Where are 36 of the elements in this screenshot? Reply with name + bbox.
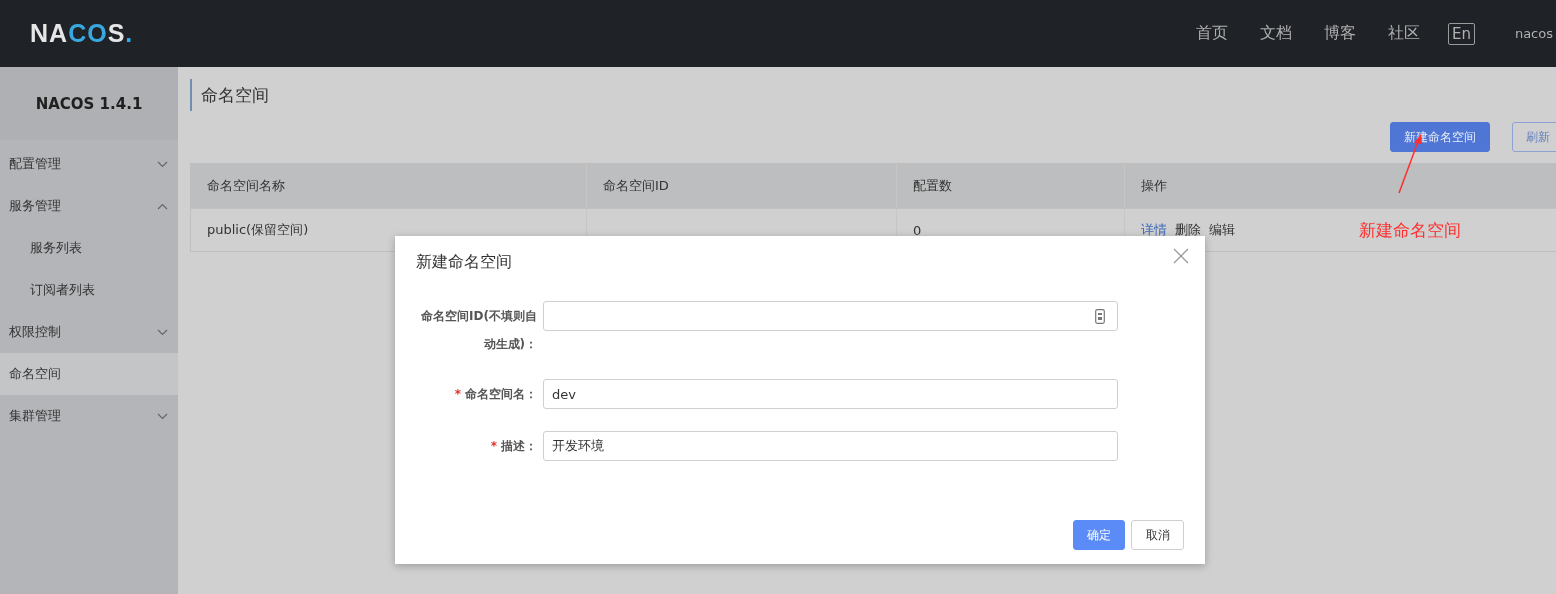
sidebar-item[interactable]: 配置管理 <box>0 143 178 185</box>
logo[interactable]: NACOS. <box>30 19 134 48</box>
input-field[interactable]: 开发环境 <box>543 431 1118 461</box>
chevron-down-icon <box>157 160 168 168</box>
user-name[interactable]: nacos <box>1514 26 1553 41</box>
input-field[interactable] <box>543 301 1118 331</box>
autofill-icon[interactable] <box>1095 308 1105 324</box>
language-button[interactable]: En <box>1447 22 1475 45</box>
page-title: 命名空间 <box>190 79 1556 111</box>
field-label: 描述： <box>501 438 537 455</box>
cancel-button[interactable]: 取消 <box>1131 520 1184 550</box>
chevron-up-icon <box>157 202 168 210</box>
nav-link[interactable]: 首页 <box>1195 23 1228 44</box>
chevron-down-icon <box>157 328 168 336</box>
field-label: 命名空间ID(不填则自动生成)： <box>420 308 537 353</box>
sidebar-item[interactable]: 服务管理 <box>0 185 178 227</box>
sidebar-item[interactable]: 命名空间 <box>0 353 178 395</box>
sidebar-item[interactable]: 权限控制 <box>0 311 178 353</box>
nav-link[interactable]: 文档 <box>1259 23 1292 44</box>
required-mark: * <box>490 438 497 455</box>
action-link[interactable]: 详情 <box>1141 221 1167 239</box>
sidebar-subitem[interactable]: 订阅者列表 <box>0 269 178 311</box>
sidebar-item[interactable]: 集群管理 <box>0 395 178 437</box>
nav-link[interactable]: 社区 <box>1387 23 1420 44</box>
field-label: 命名空间名： <box>465 386 537 403</box>
close-icon[interactable] <box>1171 246 1191 266</box>
sidebar-title: NACOS 1.4.1 <box>0 67 178 140</box>
action-link[interactable]: 编辑 <box>1209 221 1235 239</box>
action-link[interactable]: 删除 <box>1175 221 1201 239</box>
dialog-title: 新建命名空间 <box>416 250 512 273</box>
required-mark: * <box>454 386 461 403</box>
chevron-down-icon <box>157 412 168 420</box>
sidebar-subitem[interactable]: 服务列表 <box>0 227 178 269</box>
annotation-text: 新建命名空间 <box>1359 219 1461 242</box>
input-field[interactable]: dev <box>543 379 1118 409</box>
nav-link[interactable]: 博客 <box>1323 23 1356 44</box>
